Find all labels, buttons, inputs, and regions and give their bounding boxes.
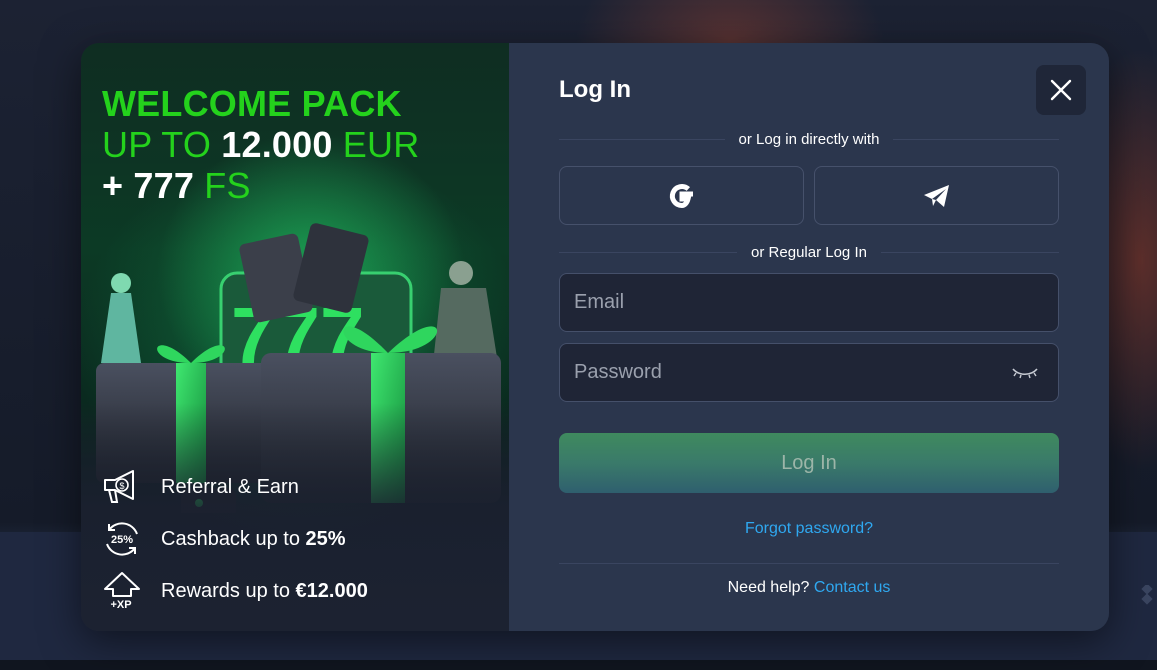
social-divider: or Log in directly with bbox=[559, 129, 1059, 149]
password-input[interactable] bbox=[559, 343, 1059, 402]
forgot-password-link[interactable]: Forgot password? bbox=[509, 520, 1109, 538]
diamond-logo-icon bbox=[1141, 585, 1153, 605]
telegram-icon bbox=[923, 184, 949, 207]
google-login-button[interactable] bbox=[559, 166, 804, 225]
social-divider-label: or Log in directly with bbox=[738, 130, 880, 148]
close-button[interactable] bbox=[1036, 65, 1086, 115]
promo-amount: 12.000 bbox=[221, 124, 333, 165]
promo-fs-count: + 777 bbox=[102, 165, 195, 206]
feature-cashback-label: Cashback up to bbox=[161, 527, 306, 550]
welcome-promo-panel: 777 WELCOME PACK UP TO 12.000 EUR + 777 … bbox=[81, 43, 509, 631]
feature-referral: $ Referral & Earn bbox=[101, 461, 368, 513]
feature-rewards-label: Rewards up to bbox=[161, 579, 296, 602]
xp-arrow-icon: +XP bbox=[104, 572, 140, 611]
login-panel: Log In or Log in directly with or Regula… bbox=[509, 43, 1109, 631]
help-row: Need help? Contact us bbox=[509, 579, 1109, 597]
email-input[interactable] bbox=[559, 273, 1059, 332]
google-icon bbox=[669, 183, 693, 208]
feature-rewards-value: €12.000 bbox=[295, 579, 368, 602]
login-modal: 777 WELCOME PACK UP TO 12.000 EUR + 777 … bbox=[81, 43, 1109, 631]
megaphone-dollar-icon: $ bbox=[104, 470, 134, 503]
promo-fs-label: FS bbox=[194, 165, 251, 206]
svg-text:25%: 25% bbox=[111, 534, 133, 546]
feature-cashback: 25% Cashback up to 25% bbox=[101, 513, 368, 565]
promo-up-to: UP TO bbox=[102, 124, 222, 165]
promo-title-line1: WELCOME PACK bbox=[102, 83, 402, 124]
promo-title: WELCOME PACK UP TO 12.000 EUR + 777 FS bbox=[102, 83, 419, 206]
svg-text:+XP: +XP bbox=[110, 599, 131, 611]
help-separator bbox=[559, 563, 1059, 564]
feature-rewards-text: Rewards up to €12.000 bbox=[161, 580, 368, 603]
promo-title-line3: + 777 FS bbox=[102, 165, 419, 206]
feature-rewards: +XP Rewards up to €12.000 bbox=[101, 565, 368, 617]
feature-cashback-value: 25% bbox=[305, 527, 346, 550]
regular-divider: or Regular Log In bbox=[559, 242, 1059, 262]
background-bottom-bar bbox=[0, 660, 1157, 670]
login-submit-button[interactable]: Log In bbox=[559, 433, 1059, 493]
cashback-25-icon: 25% bbox=[106, 522, 138, 556]
promo-features: $ Referral & Earn 25% Cashback up to 25%… bbox=[101, 461, 368, 617]
promo-title-line2: UP TO 12.000 EUR bbox=[102, 124, 419, 165]
regular-divider-label: or Regular Log In bbox=[751, 243, 867, 261]
help-text: Need help? bbox=[727, 579, 810, 596]
close-icon bbox=[1050, 79, 1072, 101]
telegram-login-button[interactable] bbox=[814, 166, 1059, 225]
contact-us-link[interactable]: Contact us bbox=[814, 579, 890, 596]
feature-cashback-text: Cashback up to 25% bbox=[161, 528, 346, 551]
login-title: Log In bbox=[559, 76, 631, 103]
svg-text:$: $ bbox=[119, 481, 124, 491]
eye-closed-icon[interactable] bbox=[1011, 365, 1039, 379]
promo-currency: EUR bbox=[332, 124, 420, 165]
feature-referral-text: Referral & Earn bbox=[161, 475, 299, 498]
